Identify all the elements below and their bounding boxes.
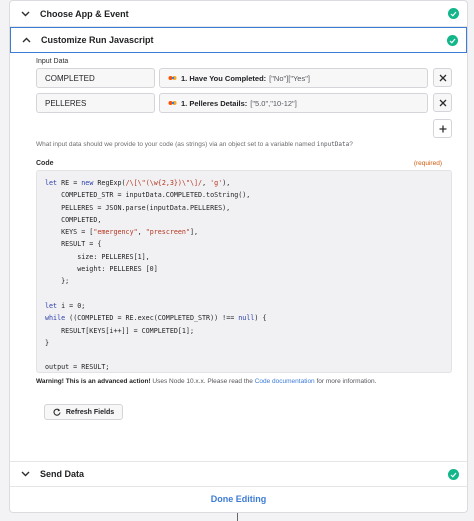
refresh-label: Refresh Fields: [65, 408, 115, 416]
hint-text: What input data should we provide to you…: [36, 141, 315, 148]
code-editor[interactable]: let RE = new RegExp(/\[\"(\w{2,3})\"\]/,…: [36, 170, 452, 373]
remove-row-button[interactable]: [433, 93, 452, 112]
refresh-icon: [53, 408, 61, 416]
input-data-hint: What input data should we provide to you…: [36, 141, 353, 148]
section-title: Choose App & Event: [40, 8, 129, 19]
section-choose-app[interactable]: Choose App & Event: [10, 1, 467, 27]
hint-suffix: ?: [349, 141, 353, 148]
warning-text: Uses Node 10.x.x. Please read the: [150, 378, 255, 385]
check-circle-icon: [448, 8, 459, 19]
chevron-up-icon: [19, 33, 33, 47]
chevron-down-icon: [18, 7, 32, 21]
close-icon: [439, 99, 446, 106]
field-value: ["5.0","10-12"]: [250, 98, 297, 108]
required-indicator: (required): [413, 160, 442, 167]
section-send-data[interactable]: Send Data: [10, 461, 467, 487]
code-label: Code: [36, 160, 54, 167]
connector-line: [237, 513, 238, 521]
done-editing-button[interactable]: Done Editing: [10, 487, 467, 511]
check-circle-icon: [447, 35, 458, 46]
code-documentation-link[interactable]: Code documentation: [255, 378, 315, 385]
refresh-fields-button[interactable]: Refresh Fields: [44, 404, 123, 420]
field-name: 1. Have You Completed:: [181, 73, 267, 83]
warning-title: Warning! This is an advanced action!: [36, 378, 151, 385]
hint-variable: inputData: [316, 141, 350, 148]
editor-card: Choose App & Event Customize Run Javascr…: [9, 0, 468, 513]
close-icon: [439, 74, 446, 81]
section-title: Send Data: [40, 469, 85, 479]
chevron-down-icon: [18, 467, 32, 481]
input-value-field[interactable]: 1. Pelleres Details: ["5.0","10-12"]: [159, 93, 428, 113]
zapier-step-icon: [168, 99, 178, 107]
warning-tail: for more information.: [314, 378, 377, 385]
field-name: 1. Pelleres Details:: [181, 98, 248, 108]
input-key-field[interactable]: PELLERES: [36, 93, 155, 113]
advanced-warning: Warning! This is an advanced action! Use…: [36, 378, 376, 385]
remove-row-button[interactable]: [433, 68, 452, 87]
add-row-button[interactable]: [433, 119, 452, 138]
input-key-field[interactable]: COMPLETED: [36, 68, 155, 88]
field-value: ["No"]["Yes"]: [269, 73, 310, 83]
input-data-label: Input Data: [36, 58, 69, 65]
section-customize[interactable]: Customize Run Javascript: [10, 27, 467, 53]
section-title: Customize Run Javascript: [41, 35, 154, 45]
input-value-field[interactable]: 1. Have You Completed: ["No"]["Yes"]: [159, 68, 428, 88]
zapier-step-icon: [168, 74, 178, 82]
check-circle-icon: [448, 469, 459, 480]
plus-icon: [439, 125, 446, 132]
